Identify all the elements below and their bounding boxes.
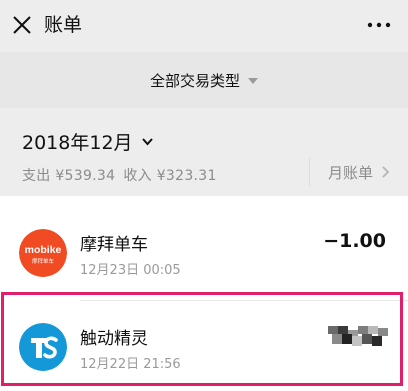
svg-text:摩拜单车: 摩拜单车: [32, 257, 55, 265]
income-total: 收入 ¥323.31: [123, 168, 217, 184]
filter-label: 全部交易类型: [149, 71, 240, 90]
filter-bar: 全部交易类型: [0, 52, 408, 108]
month-label: 2018年12月: [22, 132, 133, 154]
touchsprite-logo: [19, 323, 67, 371]
transaction-row[interactable]: mobike 摩拜单车 摩拜单车 12月23日 00:05 −1.00: [0, 202, 408, 301]
more-icon[interactable]: [366, 16, 392, 34]
chevron-down-icon: [141, 138, 153, 146]
month-selector[interactable]: 2018年12月: [22, 128, 154, 155]
month-summary: 2018年12月 支出 ¥539.34 收入 ¥323.31 月账单: [0, 108, 408, 196]
month-totals: 支出 ¥539.34 收入 ¥323.31: [22, 165, 225, 185]
merchant-name: 触动精灵: [80, 329, 148, 349]
mobike-logo: mobike 摩拜单车: [19, 229, 67, 277]
monthly-bill-button[interactable]: 月账单: [308, 158, 390, 186]
expense-total: 支出 ¥539.34: [22, 168, 116, 184]
svg-text:mobike: mobike: [25, 244, 62, 256]
monthly-bill-label: 月账单: [327, 163, 373, 182]
top-bar: 账单: [0, 0, 408, 52]
transaction-amount: −1.00: [323, 230, 386, 252]
caret-down-icon: [248, 78, 258, 84]
merchant-name: 摩拜单车: [80, 235, 148, 255]
close-icon[interactable]: [12, 15, 32, 35]
chevron-right-icon: [382, 166, 390, 178]
page-title: 账单: [44, 14, 83, 36]
transaction-list: mobike 摩拜单车 摩拜单车 12月23日 00:05 −1.00 触动精灵…: [0, 196, 408, 391]
transaction-time: 12月22日 21:56: [80, 357, 181, 372]
transaction-row[interactable]: 触动精灵 12月22日 21:56: [0, 296, 408, 388]
obscured-amount: [328, 326, 388, 346]
transaction-time: 12月23日 00:05: [80, 263, 181, 278]
transaction-type-filter[interactable]: 全部交易类型: [0, 52, 408, 108]
